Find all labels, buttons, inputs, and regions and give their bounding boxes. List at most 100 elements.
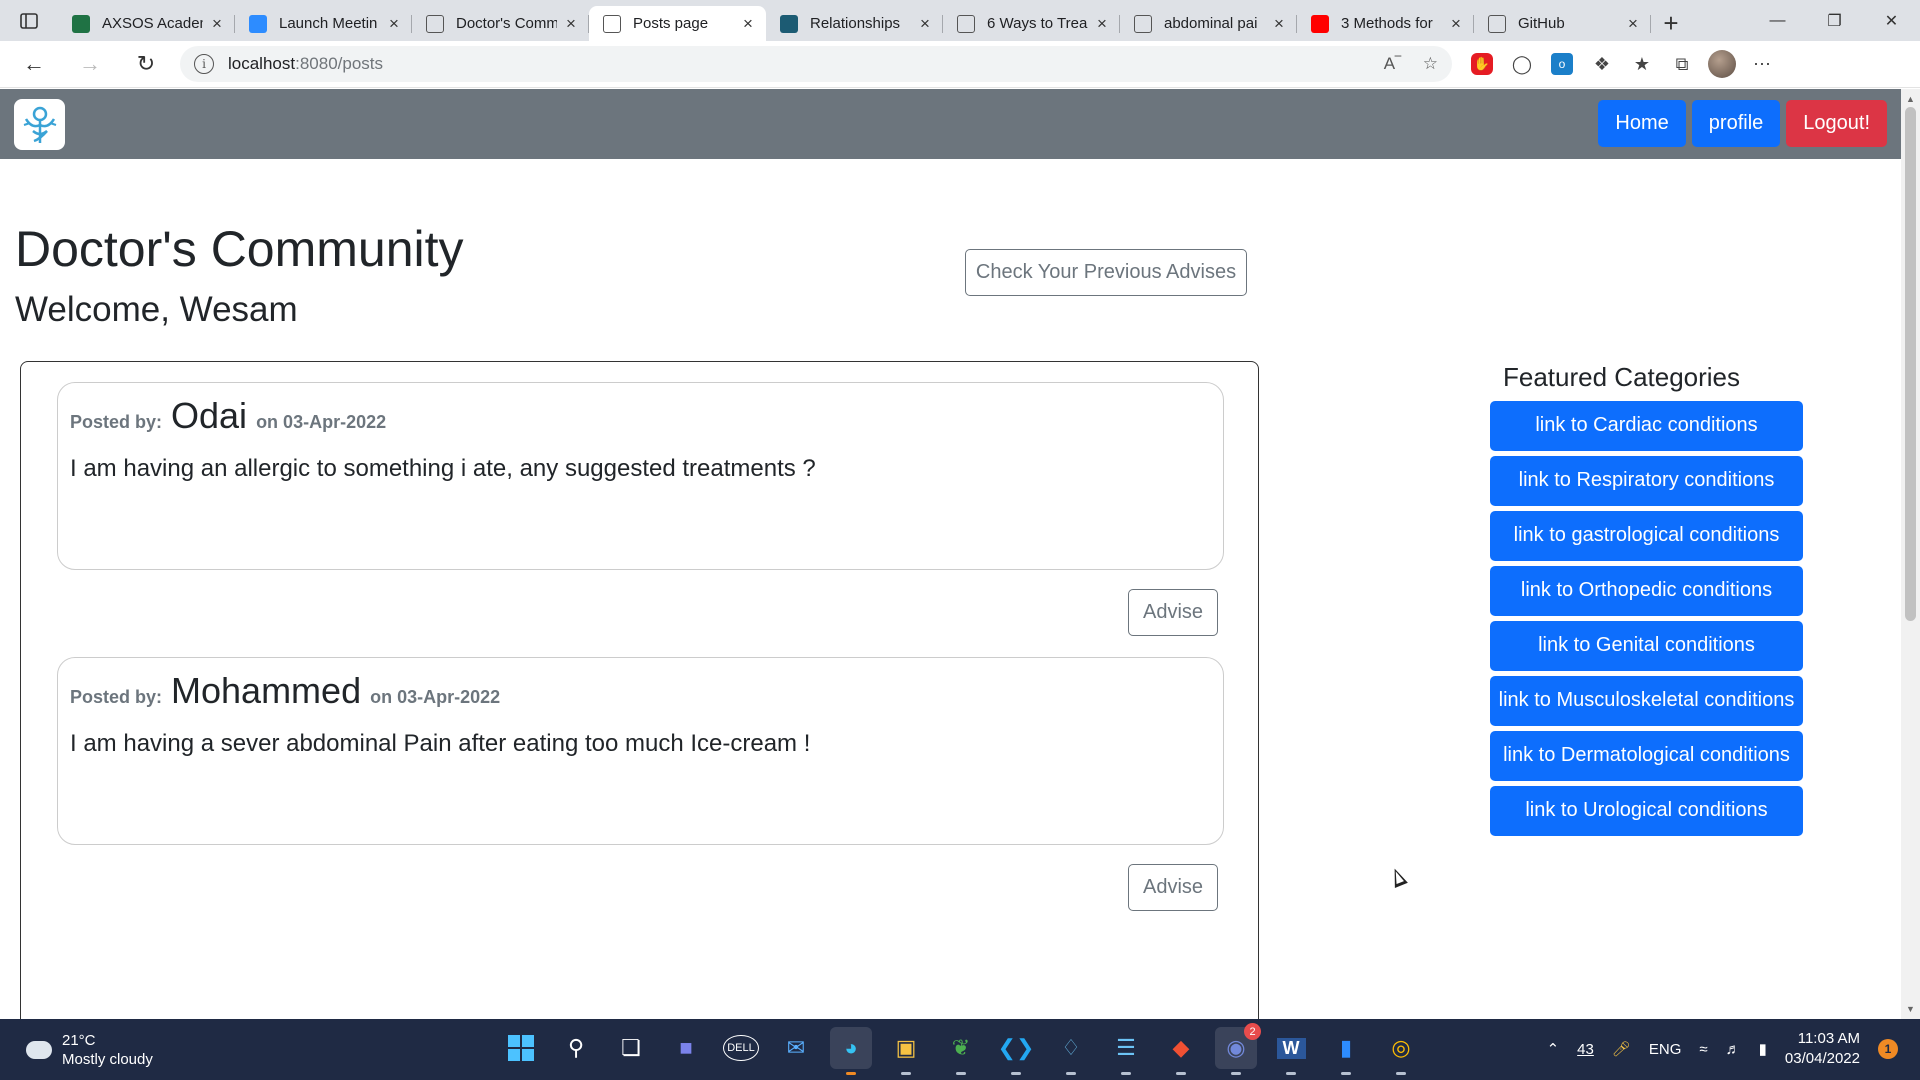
task-view-icon[interactable]: ❏ bbox=[610, 1027, 652, 1069]
reload-button[interactable]: ↻ bbox=[124, 46, 168, 82]
active-indicator bbox=[846, 1072, 856, 1075]
close-tab-icon[interactable]: × bbox=[1625, 14, 1641, 34]
close-tab-icon[interactable]: × bbox=[740, 14, 756, 34]
browser-tab[interactable]: Relationships × bbox=[766, 6, 943, 41]
extension-button[interactable]: ◯ bbox=[1502, 46, 1542, 82]
browser-tab[interactable]: AXSOS Academ × bbox=[58, 6, 235, 41]
tab-actions-icon bbox=[20, 12, 38, 29]
browser-tab[interactable]: abdominal pai × bbox=[1120, 6, 1297, 41]
category-link-cardiac[interactable]: link to Cardiac conditions bbox=[1490, 401, 1803, 451]
logout-button[interactable]: Logout! bbox=[1786, 100, 1887, 147]
scroll-down-arrow-icon[interactable]: ▼ bbox=[1901, 1001, 1920, 1017]
address-bar[interactable]: i localhost:8080/posts A‾ ☆ bbox=[180, 46, 1452, 82]
posts-container: Posted by: Odai on 03-Apr-2022 I am havi… bbox=[20, 361, 1259, 1019]
battery-icon[interactable]: ▮ bbox=[1759, 1040, 1767, 1058]
profile-button[interactable]: profile bbox=[1691, 100, 1781, 147]
posted-by-label: Posted by: bbox=[70, 687, 163, 707]
windows-icon bbox=[508, 1035, 534, 1061]
restore-button[interactable]: ❐ bbox=[1806, 0, 1863, 41]
search-icon[interactable]: ⚲ bbox=[555, 1027, 597, 1069]
cloudy-weather-icon bbox=[22, 1035, 52, 1059]
browser-tab[interactable]: GitHub × bbox=[1474, 6, 1651, 41]
page-icon bbox=[426, 14, 444, 33]
app-logo[interactable] bbox=[14, 99, 65, 150]
leaf-app-icon[interactable]: ❦ bbox=[940, 1027, 982, 1075]
browser-tab[interactable]: 6 Ways to Trea × bbox=[943, 6, 1120, 41]
settings-menu-icon[interactable]: ⋯ bbox=[1742, 46, 1782, 82]
new-tab-button[interactable]: + bbox=[1651, 6, 1691, 41]
tab-actions-button[interactable] bbox=[0, 0, 58, 41]
advise-button[interactable]: Advise bbox=[1128, 864, 1218, 911]
category-link-gastrological[interactable]: link to gastrological conditions bbox=[1490, 511, 1803, 561]
minimize-button[interactable]: — bbox=[1749, 0, 1806, 41]
category-link-musculoskeletal[interactable]: link to Musculoskeletal conditions bbox=[1490, 676, 1803, 726]
category-link-orthopedic[interactable]: link to Orthopedic conditions bbox=[1490, 566, 1803, 616]
close-tab-icon[interactable]: × bbox=[1448, 14, 1464, 34]
edge-browser-icon[interactable]: ◕ bbox=[830, 1027, 872, 1075]
tray-counter[interactable]: 43 bbox=[1577, 1041, 1594, 1058]
home-button[interactable]: Home bbox=[1598, 100, 1686, 147]
mysql-workbench-icon[interactable]: ♢ bbox=[1050, 1027, 1092, 1075]
teams-chat-icon[interactable]: ■ bbox=[665, 1027, 707, 1069]
category-link-urological[interactable]: link to Urological conditions bbox=[1490, 786, 1803, 836]
site-info-icon[interactable]: i bbox=[194, 54, 214, 74]
close-tab-icon[interactable]: × bbox=[386, 14, 402, 34]
notepad-icon[interactable]: ☰ bbox=[1105, 1027, 1147, 1075]
category-link-genital[interactable]: link to Genital conditions bbox=[1490, 621, 1803, 671]
webmd-icon bbox=[957, 14, 975, 33]
add-favorite-icon[interactable]: ☆ bbox=[1423, 54, 1438, 74]
advise-button[interactable]: Advise bbox=[1128, 589, 1218, 636]
start-button[interactable] bbox=[500, 1027, 542, 1069]
category-link-respiratory[interactable]: link to Respiratory conditions bbox=[1490, 456, 1803, 506]
mail-icon[interactable]: ✉ bbox=[775, 1027, 817, 1069]
close-tab-icon[interactable]: × bbox=[563, 14, 579, 34]
favorites-icon[interactable]: ★ bbox=[1622, 46, 1662, 82]
collections-icon[interactable]: ⧉ bbox=[1662, 46, 1702, 82]
tab-title: Posts page bbox=[633, 15, 709, 32]
previous-advises-button[interactable]: Check Your Previous Advises bbox=[965, 249, 1247, 296]
chrome-icon[interactable]: ◎ bbox=[1380, 1027, 1422, 1075]
browser-tab[interactable]: Doctor's Comm × bbox=[412, 6, 589, 41]
browser-tab[interactable]: Posts page × bbox=[589, 6, 766, 41]
vscode-icon[interactable]: ❮❯ bbox=[995, 1027, 1037, 1075]
clock[interactable]: 11:03 AM 03/04/2022 bbox=[1785, 1029, 1860, 1069]
scrollbar-thumb[interactable] bbox=[1905, 107, 1916, 621]
wifi-icon[interactable]: ≈ bbox=[1699, 1041, 1707, 1058]
notification-badge[interactable]: 1 bbox=[1878, 1039, 1898, 1059]
running-indicator bbox=[1341, 1072, 1351, 1075]
language-indicator[interactable]: ENG bbox=[1649, 1041, 1682, 1058]
dell-icon[interactable]: DELL bbox=[720, 1027, 762, 1069]
close-tab-icon[interactable]: × bbox=[917, 14, 933, 34]
outlook-extension-button[interactable]: o bbox=[1542, 46, 1582, 82]
adblock-extension-button[interactable]: ✋ bbox=[1462, 46, 1502, 82]
weather-widget[interactable]: 21°C Mostly cloudy bbox=[22, 1031, 153, 1069]
running-indicator bbox=[1286, 1072, 1296, 1075]
page-icon bbox=[603, 14, 621, 33]
file-explorer-icon[interactable]: ▣ bbox=[885, 1027, 927, 1075]
extensions-puzzle-icon[interactable]: ❖ bbox=[1582, 46, 1622, 82]
close-window-button[interactable]: ✕ bbox=[1863, 0, 1920, 41]
discord-icon[interactable]: ◉ 2 bbox=[1215, 1023, 1261, 1075]
close-tab-icon[interactable]: × bbox=[209, 14, 225, 34]
welcome-heading: Welcome, Wesam bbox=[15, 290, 298, 329]
back-button[interactable]: ← bbox=[12, 46, 56, 82]
word-icon[interactable]: W bbox=[1270, 1027, 1312, 1075]
browser-tab[interactable]: 3 Methods for × bbox=[1297, 6, 1474, 41]
page-scrollbar[interactable]: ▲ ▼ bbox=[1901, 89, 1920, 1019]
microphone-icon[interactable]: 🎤︎ bbox=[1612, 1040, 1631, 1058]
read-aloud-icon[interactable]: A‾ bbox=[1384, 54, 1401, 74]
close-tab-icon[interactable]: × bbox=[1094, 14, 1110, 34]
running-indicator bbox=[1066, 1072, 1076, 1075]
scroll-up-arrow-icon[interactable]: ▲ bbox=[1901, 91, 1920, 107]
category-link-dermatological[interactable]: link to Dermatological conditions bbox=[1490, 731, 1803, 781]
browser-tab[interactable]: Launch Meetin × bbox=[235, 6, 412, 41]
forward-button[interactable]: → bbox=[68, 46, 112, 82]
profile-button[interactable] bbox=[1702, 46, 1742, 82]
volume-icon[interactable]: ♬ bbox=[1726, 1041, 1741, 1058]
git-icon[interactable]: ◆ bbox=[1160, 1027, 1202, 1075]
zoom-icon[interactable]: ▮ bbox=[1325, 1027, 1367, 1075]
close-tab-icon[interactable]: × bbox=[1271, 14, 1287, 34]
github-icon bbox=[1488, 14, 1506, 33]
show-hidden-icons-icon[interactable]: ⌃ bbox=[1547, 1040, 1560, 1058]
post-author: Mohammed bbox=[171, 670, 362, 711]
